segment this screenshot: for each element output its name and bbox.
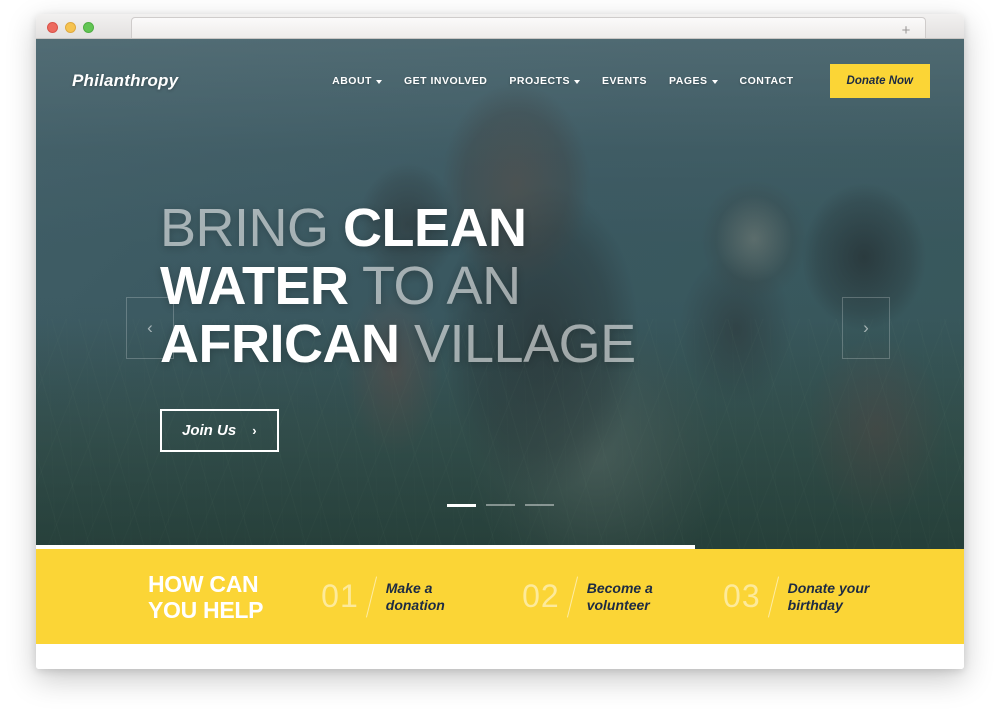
nav-item-label: EVENTS xyxy=(602,75,648,87)
help-item-label: Make a donation xyxy=(385,579,445,613)
scroll-progress-bar xyxy=(36,545,695,549)
headline-bold-text: WATER xyxy=(160,256,349,316)
headline-light-text: BRING xyxy=(160,198,344,258)
chevron-down-icon xyxy=(574,79,580,84)
join-us-label: Join Us xyxy=(182,422,237,439)
close-window-button[interactable] xyxy=(47,22,58,33)
slider-dot-2[interactable] xyxy=(485,504,515,506)
browser-tab-strip[interactable]: + xyxy=(131,17,926,39)
join-us-button[interactable]: Join Us › xyxy=(160,409,279,452)
donate-now-button[interactable]: Donate Now xyxy=(829,64,930,98)
hero-headline: BRING CLEAN WATER TO AN AFRICAN VILLAGE xyxy=(160,199,636,373)
nav-item-label: PROJECTS xyxy=(509,75,570,87)
nav-item-label: GET INVOLVED xyxy=(403,75,488,87)
headline-light-text: VILLAGE xyxy=(399,314,636,374)
help-item-label: Donate your birthday xyxy=(787,579,870,613)
hero-slider: Philanthropy ABOUT GET INVOLVED PROJECTS xyxy=(36,39,964,549)
slider-next-button[interactable]: › xyxy=(842,297,890,359)
site-logo[interactable]: Philanthropy xyxy=(72,71,178,91)
slider-dot-1[interactable] xyxy=(446,504,476,507)
zoom-window-button[interactable] xyxy=(83,22,94,33)
headline-line-2: WATER TO AN xyxy=(160,257,636,315)
minimize-window-button[interactable] xyxy=(65,22,76,33)
nav-item-get-involved[interactable]: GET INVOLVED xyxy=(404,75,487,87)
help-item-donate-your-birthday[interactable]: 03 Donate your birthday xyxy=(723,576,924,618)
headline-bold-text: AFRICAN xyxy=(160,314,400,374)
help-item-make-a-donation[interactable]: 01 Make a donation xyxy=(321,576,522,618)
nav-item-label: CONTACT xyxy=(739,75,794,87)
page-content-below-fold xyxy=(36,644,964,669)
help-band-title: HOW CAN YOU HELP xyxy=(148,571,263,623)
page-viewport: Philanthropy ABOUT GET INVOLVED PROJECTS xyxy=(36,39,964,669)
window-controls xyxy=(47,22,94,33)
nav-item-pages[interactable]: PAGES xyxy=(669,75,718,87)
nav-item-contact[interactable]: CONTACT xyxy=(740,75,794,87)
slider-dot-3[interactable] xyxy=(524,504,554,506)
help-title-line-1: HOW CAN xyxy=(148,570,259,597)
site-header: Philanthropy ABOUT GET INVOLVED PROJECTS xyxy=(36,39,964,123)
chevron-down-icon xyxy=(375,79,382,84)
help-items-list: 01 Make a donation 02 Become a volunteer… xyxy=(321,576,924,618)
slash-divider-icon xyxy=(365,576,377,617)
slider-prev-button[interactable]: ‹ xyxy=(126,297,174,359)
slider-pagination xyxy=(36,504,964,507)
chevron-right-icon: › xyxy=(252,423,257,438)
nav-item-about[interactable]: ABOUT xyxy=(332,75,382,87)
chevron-down-icon xyxy=(711,79,718,84)
nav-item-label: ABOUT xyxy=(332,75,372,87)
nav-item-label: PAGES xyxy=(669,75,708,87)
headline-bold-text: CLEAN xyxy=(343,198,527,258)
help-item-number: 01 xyxy=(321,578,359,614)
headline-line-3: AFRICAN VILLAGE xyxy=(160,315,636,373)
how-can-you-help-band: HOW CAN YOU HELP 01 Make a donation 02 B… xyxy=(36,549,964,644)
help-item-number: 03 xyxy=(723,578,761,614)
help-item-number: 02 xyxy=(522,578,560,614)
browser-chrome-bar: + xyxy=(36,14,964,39)
headline-light-text: TO AN xyxy=(348,256,521,316)
slash-divider-icon xyxy=(767,576,779,617)
help-title-line-2: YOU HELP xyxy=(148,596,264,623)
slash-divider-icon xyxy=(566,576,578,617)
hero-content: BRING CLEAN WATER TO AN AFRICAN VILLAGE … xyxy=(160,199,636,452)
help-item-become-a-volunteer[interactable]: 02 Become a volunteer xyxy=(522,576,723,618)
nav-item-projects[interactable]: PROJECTS xyxy=(509,75,580,87)
browser-window: + Philanthropy ABOUT GET INVOLVED PROJEC… xyxy=(36,14,964,669)
main-navigation: ABOUT GET INVOLVED PROJECTS EVENTS PAGES… xyxy=(332,64,930,98)
help-item-label: Become a volunteer xyxy=(586,579,653,613)
nav-item-events[interactable]: EVENTS xyxy=(602,75,647,87)
headline-line-1: BRING CLEAN xyxy=(160,199,636,257)
